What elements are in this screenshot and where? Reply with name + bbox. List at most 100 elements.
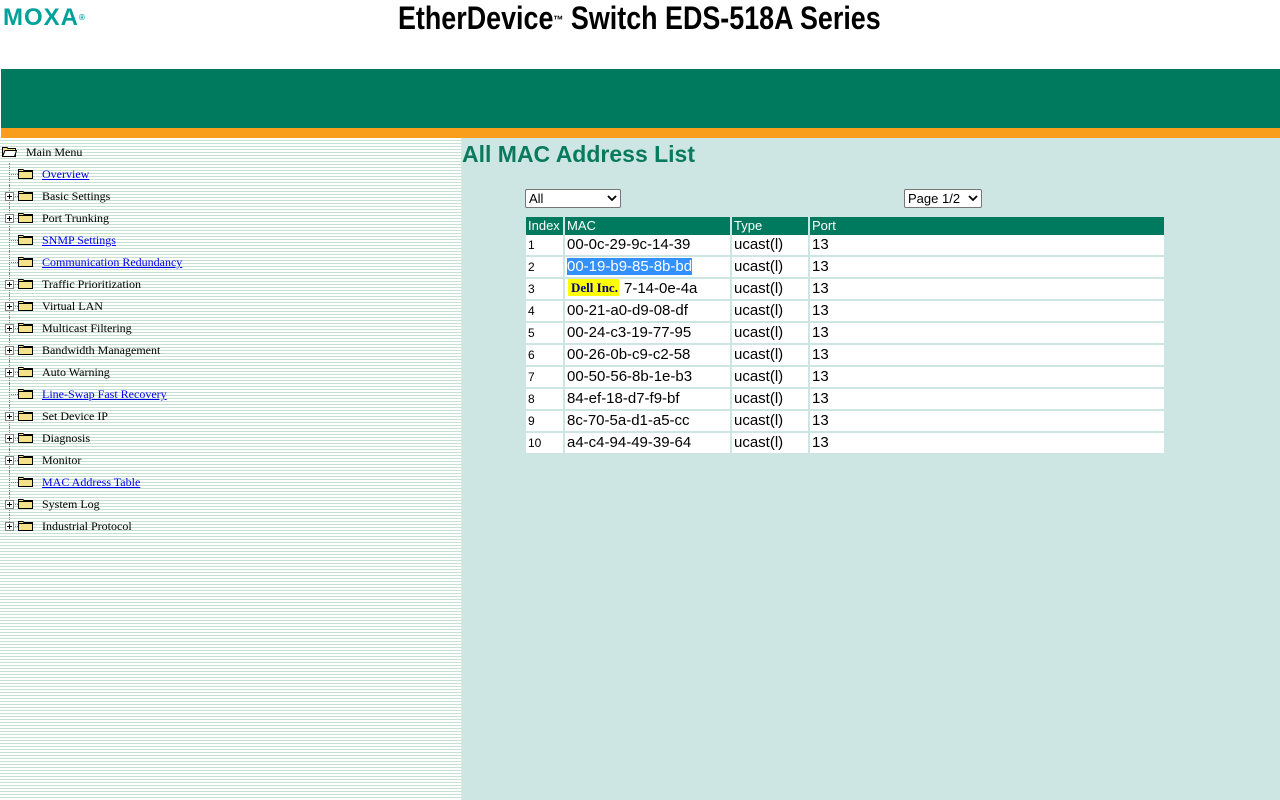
- expand-plus-icon[interactable]: [5, 214, 14, 223]
- expand-plus-icon[interactable]: [5, 192, 14, 201]
- page-title: All MAC Address List: [462, 141, 696, 167]
- sidebar-item-bandwidth-management[interactable]: Bandwidth Management: [0, 339, 160, 361]
- table-row[interactable]: 4 00-21-a0-d9-08-df ucast(l) 13: [526, 301, 1164, 323]
- sidebar-item-set-device-ip[interactable]: Set Device IP: [0, 405, 108, 427]
- menu-root-label: Main Menu: [26, 145, 83, 159]
- sidebar-item-multicast-filtering[interactable]: Multicast Filtering: [0, 317, 132, 339]
- expand-plus-icon[interactable]: [5, 500, 14, 509]
- folder-icon: [18, 433, 33, 443]
- cell-mac[interactable]: 00-21-a0-d9-08-df: [565, 301, 732, 323]
- sidebar-item-auto-warning[interactable]: Auto Warning: [0, 361, 110, 383]
- table-row[interactable]: 2 00-19-b9-85-8b-bd ucast(l) 13: [526, 257, 1164, 279]
- cell-index: 4: [526, 301, 565, 323]
- cell-mac[interactable]: 00-0c-29-9c-14-39: [565, 235, 732, 257]
- cell-port: 13: [810, 235, 1164, 257]
- sidebar-item-communication-redundancy[interactable]: Communication Redundancy: [0, 251, 182, 273]
- chevron-down-icon: [607, 195, 617, 202]
- cell-index: 5: [526, 323, 565, 345]
- cell-index: 1: [526, 235, 565, 257]
- page-select[interactable]: Page 1/2: [904, 189, 982, 208]
- cell-type: ucast(l): [732, 367, 810, 389]
- table-row[interactable]: 9 8c-70-5a-d1-a5-cc ucast(l) 13: [526, 411, 1164, 433]
- folder-icon: [18, 455, 33, 465]
- expand-plus-icon[interactable]: [5, 456, 14, 465]
- cell-mac[interactable]: 8c-70-5a-d1-a5-cc: [565, 411, 732, 433]
- table-row[interactable]: 5 00-24-c3-19-77-95 ucast(l) 13: [526, 323, 1164, 345]
- column-header-type: Type: [732, 217, 810, 235]
- cell-mac[interactable]: 00-19-b9-85-8b-bd: [565, 257, 732, 279]
- menu-tree: Main Menu Overview Basic Settings Port Tru…: [0, 141, 182, 537]
- table-row[interactable]: 8 84-ef-18-d7-f9-bf ucast(l) 13: [526, 389, 1164, 411]
- table-header-row: Index MAC Type Port: [526, 217, 1164, 235]
- expand-plus-icon[interactable]: [5, 302, 14, 311]
- table-row[interactable]: 1 00-0c-29-9c-14-39 ucast(l) 13: [526, 235, 1164, 257]
- expand-plus-icon[interactable]: [5, 280, 14, 289]
- tree-connector: [9, 174, 18, 175]
- expand-plus-icon[interactable]: [5, 324, 14, 333]
- cell-type: ucast(l): [732, 279, 810, 301]
- expand-plus-icon[interactable]: [5, 346, 14, 355]
- cell-port: 13: [810, 367, 1164, 389]
- mac-address-table: Index MAC Type Port 1 00-0c-29-9c-14-39 uc…: [526, 217, 1164, 455]
- cell-port: 13: [810, 345, 1164, 367]
- table-row[interactable]: 7 00-50-56-8b-1e-b3 ucast(l) 13: [526, 367, 1164, 389]
- sidebar-item-virtual-lan[interactable]: Virtual LAN: [0, 295, 103, 317]
- header-green-bar: [1, 69, 1280, 128]
- menu-root[interactable]: Main Menu: [0, 141, 82, 163]
- folder-icon: [18, 389, 33, 399]
- cell-port: 13: [810, 279, 1164, 301]
- expand-plus-icon[interactable]: [5, 522, 14, 531]
- tree-connector: [9, 262, 18, 263]
- table-row[interactable]: 10 a4-c4-94-49-39-64 ucast(l) 13: [526, 433, 1164, 455]
- mac-filter-select[interactable]: All: [525, 189, 621, 208]
- folder-icon: [18, 323, 33, 333]
- sidebar-item-overview[interactable]: Overview: [0, 163, 89, 185]
- sidebar-item-traffic-prioritization[interactable]: Traffic Prioritization: [0, 273, 141, 295]
- sidebar-item-label: Multicast Filtering: [42, 321, 132, 335]
- cell-index: 9: [526, 411, 565, 433]
- cell-index: 8: [526, 389, 565, 411]
- cell-type: ucast(l): [732, 235, 810, 257]
- sidebar-item-mac-address-table[interactable]: MAC Address Table: [0, 471, 140, 493]
- sidebar-item-basic-settings[interactable]: Basic Settings: [0, 185, 110, 207]
- sidebar-item-line-swap-fast-recovery[interactable]: Line-Swap Fast Recovery: [0, 383, 167, 405]
- sidebar-link[interactable]: Communication Redundancy: [42, 251, 182, 273]
- sidebar-link[interactable]: SNMP Settings: [42, 229, 116, 251]
- table-row[interactable]: 3 7-14-0e-4a ucast(l) 13: [526, 279, 1164, 301]
- folder-icon: [18, 301, 33, 311]
- cell-type: ucast(l): [732, 345, 810, 367]
- sidebar-item-industrial-protocol[interactable]: Industrial Protocol: [0, 515, 132, 537]
- sidebar-item-diagnosis[interactable]: Diagnosis: [0, 427, 90, 449]
- expand-plus-icon[interactable]: [5, 434, 14, 443]
- cell-index: 10: [526, 433, 565, 455]
- table-row[interactable]: 6 00-26-0b-c9-c2-58 ucast(l) 13: [526, 345, 1164, 367]
- cell-mac[interactable]: 00-24-c3-19-77-95: [565, 323, 732, 345]
- chevron-down-icon: [968, 195, 978, 202]
- open-folder-icon: [2, 147, 17, 157]
- expand-plus-icon[interactable]: [5, 412, 14, 421]
- cell-port: 13: [810, 411, 1164, 433]
- tree-connector: [9, 240, 18, 241]
- sidebar-item-label: Basic Settings: [42, 189, 111, 203]
- folder-icon: [18, 235, 33, 245]
- folder-icon: [18, 411, 33, 421]
- cell-type: ucast(l): [732, 389, 810, 411]
- sidebar-item-label: Auto Warning: [42, 365, 110, 379]
- cell-mac[interactable]: a4-c4-94-49-39-64: [565, 433, 732, 455]
- column-header-index: Index: [526, 217, 565, 235]
- sidebar-link[interactable]: MAC Address Table: [42, 471, 140, 493]
- expand-plus-icon[interactable]: [5, 368, 14, 377]
- folder-icon: [18, 213, 33, 223]
- cell-mac[interactable]: 84-ef-18-d7-f9-bf: [565, 389, 732, 411]
- sidebar-link[interactable]: Overview: [42, 163, 89, 185]
- sidebar-link[interactable]: Line-Swap Fast Recovery: [42, 383, 167, 405]
- sidebar-item-snmp-settings[interactable]: SNMP Settings: [0, 229, 116, 251]
- sidebar-item-port-trunking[interactable]: Port Trunking: [0, 207, 109, 229]
- cell-port: 13: [810, 323, 1164, 345]
- cell-type: ucast(l): [732, 411, 810, 433]
- sidebar-item-monitor[interactable]: Monitor: [0, 449, 81, 471]
- folder-icon: [18, 367, 33, 377]
- cell-mac[interactable]: 00-50-56-8b-1e-b3: [565, 367, 732, 389]
- cell-mac[interactable]: 00-26-0b-c9-c2-58: [565, 345, 732, 367]
- sidebar-item-system-log[interactable]: System Log: [0, 493, 100, 515]
